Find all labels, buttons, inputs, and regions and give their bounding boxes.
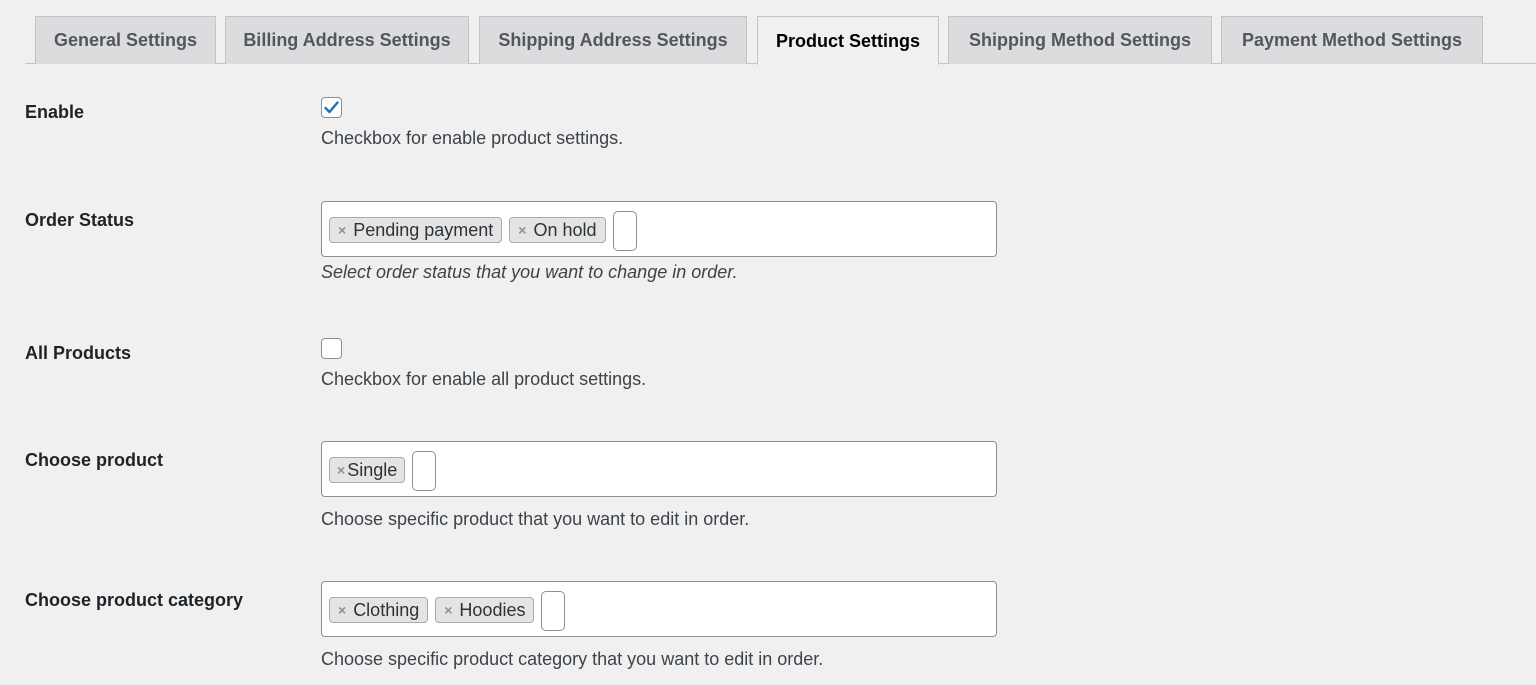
tab-general-settings[interactable]: General Settings <box>35 16 216 64</box>
choose-product-description: Choose specific product that you want to… <box>321 509 750 529</box>
choose-product-label: Choose product <box>25 450 163 470</box>
remove-chip-icon[interactable]: × <box>338 602 346 618</box>
order-status-search-input[interactable] <box>612 211 637 251</box>
order-status-description: Select order status that you want to cha… <box>321 262 738 282</box>
tab-shipping-method-settings[interactable]: Shipping Method Settings <box>948 16 1212 64</box>
all-products-description: Checkbox for enable all product settings… <box>321 369 647 389</box>
tab-product-settings[interactable]: Product Settings <box>757 16 939 65</box>
settings-tabs: General Settings Billing Address Setting… <box>25 16 1536 65</box>
choose-product-category-search-input[interactable] <box>541 591 566 631</box>
chip-label: Clothing <box>353 599 420 620</box>
chip-label: Hoodies <box>459 599 526 620</box>
order-status-label: Order Status <box>25 210 135 230</box>
tab-billing-address-settings[interactable]: Billing Address Settings <box>225 16 469 64</box>
selected-chip: × Hoodies <box>435 597 535 623</box>
enable-checkbox[interactable] <box>321 97 342 118</box>
tab-shipping-address-settings[interactable]: Shipping Address Settings <box>479 16 747 64</box>
choose-product-select[interactable]: × Single <box>321 441 997 497</box>
selected-chip: × Pending payment <box>329 217 503 243</box>
order-status-select[interactable]: × Pending payment × On hold <box>321 201 997 257</box>
remove-chip-icon[interactable]: × <box>337 462 345 478</box>
choose-product-category-description: Choose specific product category that yo… <box>321 649 824 669</box>
all-products-label: All Products <box>25 343 132 363</box>
choose-product-category-select[interactable]: × Clothing × Hoodies <box>321 581 997 637</box>
selected-chip: × Clothing <box>329 597 429 623</box>
chip-label: Single <box>347 459 398 480</box>
chip-label: Pending payment <box>353 219 494 240</box>
choose-product-search-input[interactable] <box>412 451 437 491</box>
enable-label: Enable <box>25 102 85 122</box>
remove-chip-icon[interactable]: × <box>518 222 526 238</box>
choose-product-category-label: Choose product category <box>25 590 244 610</box>
selected-chip: × Single <box>329 457 406 483</box>
enable-description: Checkbox for enable product settings. <box>321 128 624 148</box>
selected-chip: × On hold <box>509 217 606 243</box>
all-products-checkbox[interactable] <box>321 338 342 359</box>
checkmark-icon <box>324 101 339 114</box>
chip-label: On hold <box>533 219 597 240</box>
tab-payment-method-settings[interactable]: Payment Method Settings <box>1221 16 1483 64</box>
remove-chip-icon[interactable]: × <box>338 222 346 238</box>
remove-chip-icon[interactable]: × <box>444 602 452 618</box>
